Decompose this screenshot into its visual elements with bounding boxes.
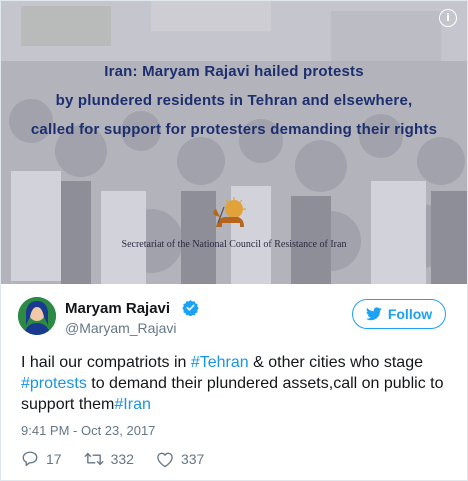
verified-badge-icon (182, 300, 199, 316)
secretariat-caption: Secretariat of the National Council of R… (121, 239, 347, 250)
follow-button[interactable]: Follow (352, 299, 446, 329)
like-count: 337 (180, 451, 205, 467)
headline-line: called for support for protesters demand… (30, 121, 438, 138)
tweet-actions: 17 332 337 (21, 449, 226, 469)
retweet-icon (84, 452, 104, 466)
tweet-card: i Iran: Maryam Rajavi hailed protests by… (0, 0, 468, 481)
follow-button-label: Follow (387, 306, 433, 322)
avatar[interactable] (18, 297, 56, 335)
info-icon[interactable]: i (439, 9, 457, 27)
retweet-action[interactable]: 332 (84, 450, 134, 468)
hashtag-link[interactable]: #Tehran (191, 354, 249, 371)
tweet-timestamp[interactable]: 9:41 PM - Oct 23, 2017 (21, 423, 155, 438)
media-headline: Iran: Maryam Rajavi hailed protests by p… (1, 63, 467, 150)
tweet-text-segment: & other cities who stage (248, 354, 423, 371)
like-action[interactable]: 337 (156, 451, 204, 468)
tweet-media-image[interactable]: i Iran: Maryam Rajavi hailed protests by… (1, 1, 467, 284)
reply-icon (22, 451, 38, 467)
reply-count: 17 (46, 451, 62, 467)
hashtag-link[interactable]: #protests (21, 375, 87, 392)
retweet-count: 332 (110, 451, 134, 467)
hashtag-link[interactable]: #Iran (114, 396, 150, 413)
headline-line: Iran: Maryam Rajavi hailed protests (104, 63, 364, 80)
author-display-name[interactable]: Maryam Rajavi (65, 300, 170, 317)
lion-and-sun-emblem-icon (213, 197, 246, 227)
twitter-bird-icon (365, 307, 382, 321)
tweet-text-segment: I hail our compatriots in (21, 354, 191, 371)
heart-icon (157, 452, 173, 467)
headline-line: by plundered residents in Tehran and els… (55, 92, 413, 109)
avatar-image (18, 297, 56, 335)
tweet-text: I hail our compatriots in #Tehran & othe… (21, 352, 451, 415)
author-handle[interactable]: @Maryam_Rajavi (65, 320, 176, 336)
reply-action[interactable]: 17 (21, 450, 62, 468)
